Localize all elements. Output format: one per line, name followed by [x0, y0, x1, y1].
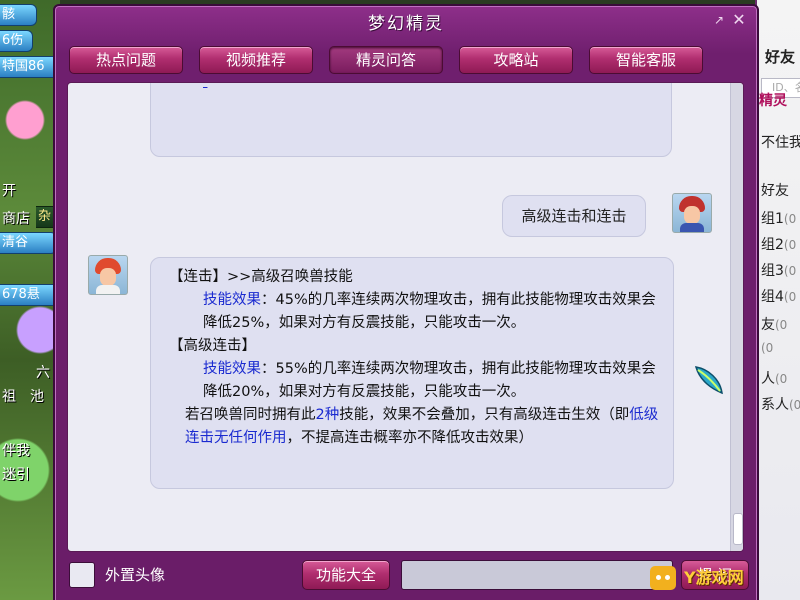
reply-keyword: 技能效果 — [203, 361, 261, 377]
bg-label: 特国86 — [0, 56, 59, 78]
friend-tab[interactable]: 好友 — [765, 46, 795, 67]
game-screen: 骸 6伤 特国86 开 商店 杂 清谷 678悬 六 祖 池 伴我 迷引 好友 … — [0, 0, 800, 600]
group-label: 组2 — [761, 237, 784, 253]
user-avatar — [672, 193, 712, 233]
friend-group-item[interactable]: 友(0 — [761, 314, 787, 334]
window-title: 梦幻精灵 — [368, 14, 444, 34]
reply-line: 技能效果：45%的几率连续两次物理攻击，拥有此技能物理攻击效果会降低25%，如果… — [169, 289, 659, 335]
bg-label: 6伤 — [0, 30, 33, 52]
friend-group-item[interactable]: 组1(0 — [761, 208, 796, 228]
external-avatar-label: 外置头像 — [105, 566, 166, 584]
reply-keyword: 技能效果 — [203, 292, 261, 308]
group-count: (0 — [783, 264, 797, 278]
window-titlebar[interactable]: 梦幻精灵 ↗ ✕ — [55, 6, 757, 36]
friend-group-item[interactable]: 组4(0 — [761, 286, 796, 306]
tab-sprite-qa[interactable]: 精灵问答 — [329, 46, 443, 74]
bg-label: 商店 — [2, 211, 30, 227]
chat-area[interactable]: 高级连击和连击 【连击】>>高级召唤兽技能 技能效果：45%的几率连续两次物理攻… — [67, 82, 744, 552]
external-avatar-checkbox[interactable] — [69, 562, 95, 588]
reply-line: 【连击】>>高级召唤兽技能 — [169, 269, 353, 285]
friend-group-item[interactable]: 组2(0 — [761, 234, 796, 254]
reply-keyword: 2种 — [315, 407, 340, 423]
site-watermark: Y游戏网 — [650, 560, 800, 596]
bg-label: 伴我 — [2, 443, 30, 459]
reply-text: ：55%的几率连续两次物理攻击，拥有此技能物理攻击效果会降低20%，如果对方有反… — [203, 361, 656, 400]
user-message-bubble: 高级连击和连击 — [502, 195, 646, 237]
friend-group-header[interactable]: 好友 — [761, 180, 789, 200]
friend-panel-title: 精灵 — [759, 93, 787, 109]
bg-label: 清谷 — [0, 232, 57, 254]
friend-panel-text: 不住我 — [761, 135, 800, 151]
sprite-reply-text: 【连击】>>高级召唤兽技能 技能效果：45%的几率连续两次物理攻击，拥有此技能物… — [169, 266, 659, 450]
bg-label: 祖 — [2, 389, 16, 405]
group-count: (0 — [775, 318, 788, 332]
group-label: 组3 — [761, 263, 784, 279]
bg-label: 六 — [36, 365, 50, 381]
group-label: 组4 — [761, 289, 784, 305]
group-count: (0 — [775, 372, 788, 386]
bg-label: 开 — [2, 183, 16, 199]
tab-hot-questions[interactable]: 热点问题 — [69, 46, 183, 74]
reply-line: 技能效果：55%的几率连续两次物理攻击，拥有此技能物理攻击效果会降低20%，如果… — [169, 358, 659, 404]
restore-icon[interactable]: ↗ — [711, 12, 727, 28]
group-count: (0 — [783, 212, 797, 226]
group-count: (0 — [761, 341, 774, 355]
group-count: (0 — [789, 398, 800, 412]
tab-smart-service[interactable]: 智能客服 — [589, 46, 703, 74]
reply-text: 若召唤兽同时拥有此 — [185, 407, 316, 423]
reply-text: ：45%的几率连续两次物理攻击，拥有此技能物理攻击效果会降低25%，如果对方有反… — [203, 292, 656, 331]
group-count: (0 — [783, 290, 797, 304]
group-label: 组1 — [761, 211, 784, 227]
friend-group-item[interactable]: (0 — [761, 340, 773, 356]
bg-label: 池 — [30, 389, 44, 405]
watermark-text: Y游戏网 — [684, 568, 744, 587]
feather-icon[interactable] — [690, 361, 726, 397]
reply-text: ，不提高连击概率亦不降低攻击效果） — [286, 430, 534, 446]
tab-guide-site[interactable]: 攻略站 — [459, 46, 573, 74]
reply-line: 若召唤兽同时拥有此2种技能，效果不会叠加，只有高级连击生效（即低级连击无任何作用… — [169, 404, 659, 450]
function-list-button[interactable]: 功能大全 — [302, 560, 390, 590]
bg-label: 678悬 — [0, 284, 61, 306]
group-label: 系人 — [761, 397, 789, 413]
scrollbar-thumb[interactable] — [733, 513, 743, 545]
sprite-avatar — [88, 255, 128, 295]
bg-label: 骸 — [0, 4, 37, 26]
friend-group-item[interactable]: 组3(0 — [761, 260, 796, 280]
friend-panel: 好友 ID、名称 精灵 不住我 好友 组1(0 组2(0 组3(0 组4(0 友… — [755, 0, 800, 600]
sprite-reply-bubble: 【连击】>>高级召唤兽技能 技能效果：45%的几率连续两次物理攻击，拥有此技能物… — [150, 257, 674, 489]
game-background: 骸 6伤 特国86 开 商店 杂 清谷 678悬 六 祖 池 伴我 迷引 — [0, 0, 61, 600]
friend-group-item[interactable]: 系人(0 — [761, 394, 800, 414]
group-count: (0 — [783, 238, 797, 252]
group-label: 友 — [761, 317, 775, 333]
previous-message-bubble — [150, 83, 672, 157]
close-icon[interactable]: ✕ — [731, 12, 747, 28]
gamepad-icon — [650, 566, 676, 590]
previous-message-links[interactable] — [203, 83, 207, 90]
bg-label: 迷引 — [2, 467, 30, 483]
reply-line: 【高级连击】 — [169, 338, 256, 354]
reply-text: 技能，效果不会叠加，只有高级连击生效（即 — [339, 407, 630, 423]
sprite-helper-window: 梦幻精灵 ↗ ✕ 热点问题 视频推荐 精灵问答 攻略站 智能客服 高级连击和连击 — [53, 4, 759, 600]
group-label: 人 — [761, 371, 775, 387]
tab-video-recommend[interactable]: 视频推荐 — [199, 46, 313, 74]
friend-group-item[interactable]: 人(0 — [761, 368, 787, 388]
question-input[interactable] — [401, 560, 673, 590]
chat-scrollbar[interactable] — [730, 83, 743, 551]
